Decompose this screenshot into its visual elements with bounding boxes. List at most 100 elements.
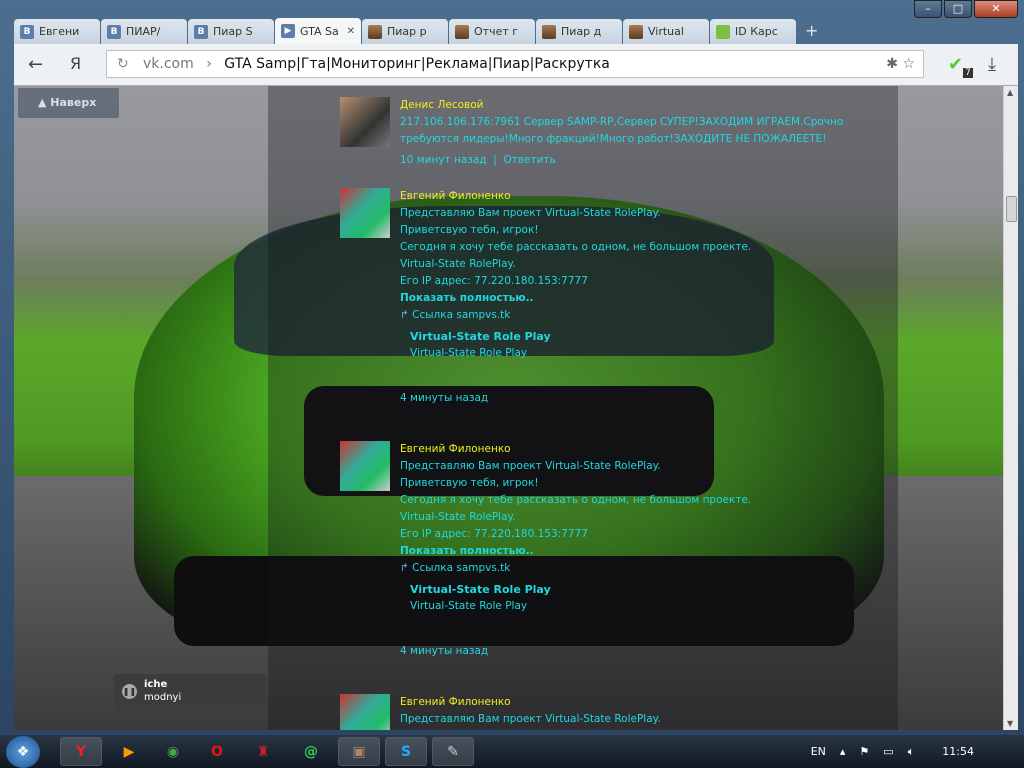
- author-name[interactable]: Евгений Филоненко: [400, 694, 900, 711]
- post-time[interactable]: 4 минуты назад: [400, 643, 900, 660]
- scroll-thumb[interactable]: [1006, 196, 1017, 222]
- avatar[interactable]: [340, 188, 390, 238]
- scroll-to-top-button[interactable]: ▲ Наверх: [18, 88, 119, 118]
- reply-link[interactable]: Ответить: [503, 154, 555, 166]
- post-text: Приветсвую тебя, игрок!: [400, 477, 539, 489]
- network-icon[interactable]: ▭: [883, 745, 893, 758]
- taskbar: ❖ Y ▶ ◉ O ♜ @ ▣ S ✎ EN ▴ ⚑ ▭ 🔈︎ 11:54: [0, 735, 1024, 768]
- chrome-taskbar[interactable]: ◉: [152, 737, 194, 766]
- post-text: Сегодня я хочу тебе рассказать о одном, …: [400, 241, 752, 253]
- download-icon[interactable]: ⤓: [988, 54, 996, 75]
- vk-icon: B: [194, 24, 208, 39]
- avatar[interactable]: [340, 694, 390, 730]
- link-arrow-icon: ↱: [400, 562, 413, 574]
- avatar[interactable]: [340, 441, 390, 491]
- show-more-link[interactable]: Показать полностью..: [400, 290, 900, 307]
- chat-icon: [716, 24, 730, 39]
- link-arrow-icon: ↱: [400, 309, 413, 321]
- scrollbar[interactable]: ▲ ▼: [1003, 86, 1018, 730]
- extension-icon[interactable]: ✱: [886, 56, 898, 72]
- toolbar: ← Я ↻ vk.com › GTA Samp|Гта|Мониторинг|Р…: [14, 44, 1018, 86]
- post-text: Virtual-State RolePlay.: [400, 511, 516, 523]
- post-text: Приветсвую тебя, игрок!: [400, 224, 539, 236]
- tab[interactable]: Пиар р: [362, 19, 448, 44]
- pause-icon[interactable]: ❚❚: [122, 684, 137, 699]
- icq-taskbar[interactable]: @: [290, 737, 332, 766]
- post-text: Его IP адрес: 77.220.180.153:7777: [400, 528, 588, 540]
- tab-label: Евгени: [39, 25, 80, 38]
- yandex-browser-taskbar[interactable]: Y: [60, 737, 102, 766]
- tab[interactable]: Virtual: [623, 19, 709, 44]
- address-bar[interactable]: ↻ vk.com › GTA Samp|Гта|Мониторинг|Рекла…: [106, 50, 924, 78]
- post-text: Его IP адрес: 77.220.180.153:7777: [400, 275, 588, 287]
- back-icon[interactable]: ←: [28, 54, 43, 75]
- tab[interactable]: ID Карс: [710, 19, 796, 44]
- new-tab-button[interactable]: +: [797, 18, 826, 44]
- avatar-icon: [542, 24, 556, 39]
- maximize-button[interactable]: □: [944, 0, 972, 18]
- attached-link[interactable]: ↱ Ссылка sampvs.tk: [400, 560, 900, 577]
- tab[interactable]: B ПИАР/: [101, 19, 187, 44]
- tab-label: ПИАР/: [126, 25, 161, 38]
- tray-expand-icon[interactable]: ▴: [840, 745, 846, 758]
- scroll-up-icon[interactable]: ▲: [1007, 88, 1013, 97]
- window-controls: – □ ✕: [914, 0, 1018, 18]
- feed-post: Денис Лесовой 217.106.106.176:7961 Сервер…: [340, 97, 900, 169]
- feed-post: Евгений Филоненко Представляю Вам проект …: [340, 188, 900, 407]
- post-time[interactable]: 10 минут назад: [400, 154, 487, 166]
- author-name[interactable]: Евгений Филоненко: [400, 441, 900, 458]
- author-name[interactable]: Денис Лесовой: [400, 97, 900, 114]
- tab[interactable]: Пиар д: [536, 19, 622, 44]
- avatar[interactable]: [340, 97, 390, 147]
- reload-icon[interactable]: ↻: [117, 51, 129, 77]
- page-title: GTA Samp|Гта|Мониторинг|Реклама|Пиар|Рас…: [224, 56, 610, 72]
- volume-icon[interactable]: 🔈︎: [908, 745, 915, 759]
- audio-player[interactable]: ❚❚ iche modnyi: [114, 674, 267, 710]
- scroll-down-icon[interactable]: ▼: [1007, 719, 1013, 728]
- minimize-button[interactable]: –: [914, 0, 942, 18]
- paint-taskbar[interactable]: ✎: [432, 737, 474, 766]
- action-center-flag-icon[interactable]: ⚑: [859, 745, 869, 758]
- post-text: Virtual-State RolePlay.: [400, 258, 516, 270]
- tab-strip: B Евгени B ПИАР/B Пиар S ▶ GTA Sa ✕ Пиар р Отчет …: [14, 18, 826, 44]
- clock[interactable]: 11:54: [942, 745, 974, 758]
- up-arrow-icon: ▲: [38, 96, 51, 109]
- close-button[interactable]: ✕: [974, 0, 1018, 18]
- link-title[interactable]: Virtual-State Role Play: [400, 581, 900, 598]
- show-more-link[interactable]: Показать полностью..: [400, 543, 900, 560]
- start-button[interactable]: ❖: [6, 736, 40, 768]
- system-tray: EN ▴ ⚑ ▭ 🔈︎ 11:54: [811, 735, 974, 768]
- tab[interactable]: ▶ GTA Sa ✕: [275, 18, 361, 44]
- track-title: iche: [144, 679, 168, 690]
- close-tab-icon[interactable]: ✕: [347, 26, 355, 37]
- feed-post: Евгений Филоненко Представляю Вам проект …: [340, 441, 900, 660]
- tab[interactable]: B Пиар S: [188, 19, 274, 44]
- shield-icon[interactable]: ✔ 7: [948, 54, 973, 78]
- post-time[interactable]: 4 минуты назад: [400, 390, 900, 407]
- post-text: 217.106.106.176:7961 Сервер SAMP-RP,Серв…: [400, 116, 844, 145]
- link-title[interactable]: Virtual-State Role Play: [400, 328, 900, 345]
- tab[interactable]: Отчет г: [449, 19, 535, 44]
- yandex-button[interactable]: Я: [70, 54, 81, 73]
- bookmark-star-icon[interactable]: ☆: [902, 56, 915, 72]
- tab-label: Virtual: [648, 25, 684, 38]
- tab-label: Пиар д: [561, 25, 602, 38]
- link-description: Virtual-State Role Play: [410, 600, 528, 612]
- page-content: ▲ Наверх Денис Лесовой 217.106.106.176:79…: [14, 86, 1003, 730]
- attached-link[interactable]: ↱ Ссылка sampvs.tk: [400, 307, 900, 324]
- vk-app-icon: ▶: [281, 24, 295, 38]
- media-player-taskbar[interactable]: ▶: [108, 737, 150, 766]
- tab-label: Отчет г: [474, 25, 519, 38]
- post-text: Представляю Вам проект Virtual-State Rol…: [400, 460, 661, 472]
- tab-label: Пиар р: [387, 25, 427, 38]
- opera-taskbar[interactable]: O: [196, 737, 238, 766]
- author-name[interactable]: Евгений Филоненко: [400, 188, 900, 205]
- app-window-taskbar[interactable]: ▣: [338, 737, 380, 766]
- post-text: Представляю Вам проект Virtual-State Rol…: [400, 207, 661, 219]
- skype-taskbar[interactable]: S: [385, 737, 427, 766]
- post-text: Сегодня я хочу тебе рассказать о одном, …: [400, 494, 752, 506]
- game-taskbar[interactable]: ♜: [242, 737, 284, 766]
- tab[interactable]: B Евгени: [14, 19, 100, 44]
- vk-icon: B: [107, 24, 121, 39]
- language-indicator[interactable]: EN: [811, 745, 826, 758]
